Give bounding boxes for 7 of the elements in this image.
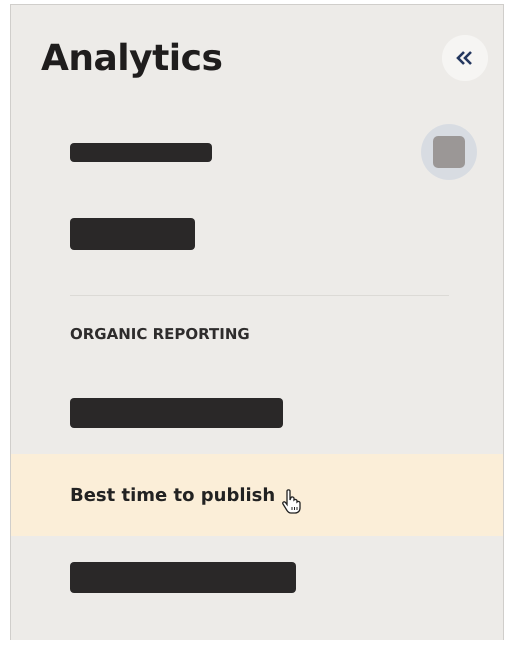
hand-cursor-icon	[281, 489, 304, 515]
nav-label: Best time to publish	[70, 484, 276, 506]
sidebar-title: Analytics	[41, 38, 222, 78]
collapse-button[interactable]	[442, 35, 488, 81]
section-heading: ORGANIC REPORTING	[69, 324, 251, 345]
nav-item[interactable]: Best time to publish	[11, 454, 503, 536]
collapse-icon	[456, 51, 474, 65]
